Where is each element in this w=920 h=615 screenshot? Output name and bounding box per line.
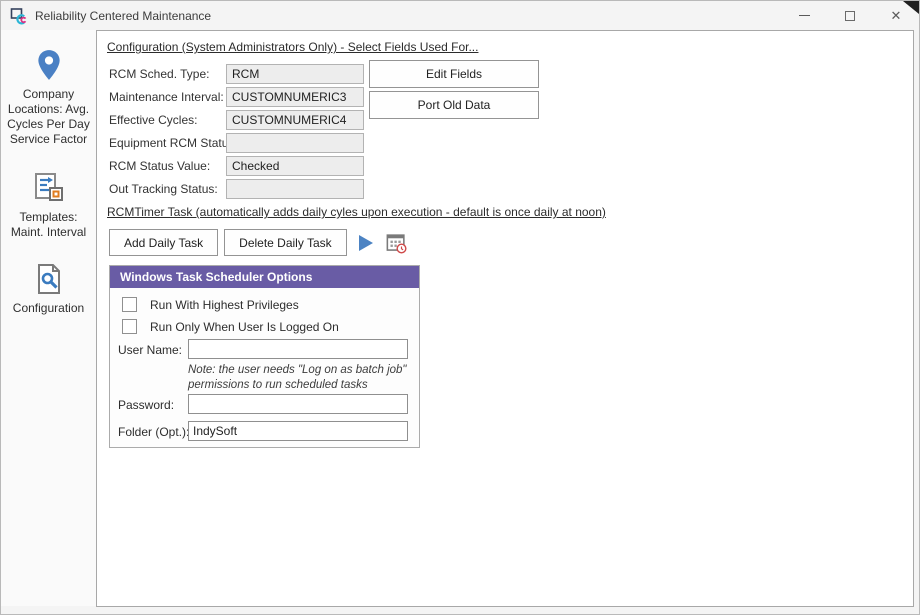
field-label: Effective Cycles: — [109, 113, 226, 127]
task-scheduler-panel-header: Windows Task Scheduler Options — [110, 266, 419, 288]
user-name-input[interactable] — [188, 339, 408, 359]
rcmtimer-section-heading: RCMTimer Task (automatically adds daily … — [107, 205, 606, 219]
config-fields: RCM Sched. Type: RCM Maintenance Interva… — [109, 62, 364, 200]
folder-label: Folder (Opt.): — [118, 425, 189, 439]
field-label: Out Tracking Status: — [109, 182, 226, 196]
field-row-maintenance-interval: Maintenance Interval: CUSTOMNUMERIC3 — [109, 85, 364, 108]
logged-on-checkbox[interactable] — [122, 319, 137, 334]
out-tracking-status-field[interactable] — [226, 179, 364, 199]
task-scheduler-panel: Windows Task Scheduler Options Run With … — [109, 265, 420, 448]
schedule-calendar-icon[interactable] — [385, 232, 407, 254]
batch-job-note: Note: the user needs "Log on as batch jo… — [188, 363, 426, 393]
rcm-sched-type-field[interactable]: RCM — [226, 64, 364, 84]
user-name-label: User Name: — [118, 343, 182, 357]
sidebar-item-label: Templates: Maint. Interval — [3, 210, 95, 240]
checkbox-label: Run With Highest Privileges — [150, 298, 299, 312]
rcm-status-value-field[interactable]: Checked — [226, 156, 364, 176]
delete-daily-task-button[interactable]: Delete Daily Task — [224, 229, 346, 256]
window-title: Reliability Centered Maintenance — [35, 9, 211, 23]
field-label: Equipment RCM Status: — [109, 136, 226, 150]
close-icon: ✕ — [891, 9, 902, 22]
field-row-equipment-rcm-status: Equipment RCM Status: — [109, 131, 364, 154]
sidebar-item-templates[interactable]: Templates: Maint. Interval — [1, 171, 96, 240]
sidebar-item-label: Configuration — [3, 301, 95, 316]
port-old-data-button[interactable]: Port Old Data — [369, 91, 539, 119]
checkbox-label: Run Only When User Is Logged On — [150, 320, 339, 334]
templates-icon — [32, 171, 66, 205]
title-bar: Reliability Centered Maintenance ✕ — [1, 1, 919, 30]
maintenance-interval-field[interactable]: CUSTOMNUMERIC3 — [226, 87, 364, 107]
edit-fields-button[interactable]: Edit Fields — [369, 60, 539, 88]
logged-on-option[interactable]: Run Only When User Is Logged On — [122, 319, 339, 334]
minimize-icon — [799, 15, 810, 16]
password-input[interactable] — [188, 394, 408, 414]
sidebar-item-label: Company Locations: Avg. Cycles Per Day S… — [3, 87, 95, 147]
location-pin-icon — [32, 48, 66, 82]
app-logo-icon — [10, 7, 28, 25]
run-task-icon[interactable] — [359, 235, 373, 251]
field-row-out-tracking-status: Out Tracking Status: — [109, 177, 364, 200]
field-label: RCM Sched. Type: — [109, 67, 226, 81]
maximize-button[interactable] — [827, 1, 873, 30]
sidebar: Company Locations: Avg. Cycles Per Day S… — [1, 30, 96, 606]
app-window: Reliability Centered Maintenance ✕ Compa… — [0, 0, 920, 615]
main-content-panel: Configuration (System Administrators Onl… — [96, 30, 914, 607]
maximize-icon — [845, 11, 855, 21]
sidebar-item-company-locations[interactable]: Company Locations: Avg. Cycles Per Day S… — [1, 48, 96, 147]
equipment-rcm-status-field[interactable] — [226, 133, 364, 153]
highest-privileges-option[interactable]: Run With Highest Privileges — [122, 297, 299, 312]
folder-input[interactable] — [188, 421, 408, 441]
field-row-rcm-sched-type: RCM Sched. Type: RCM — [109, 62, 364, 85]
configuration-icon — [32, 262, 66, 296]
field-row-effective-cycles: Effective Cycles: CUSTOMNUMERIC4 — [109, 108, 364, 131]
highest-privileges-checkbox[interactable] — [122, 297, 137, 312]
field-label: Maintenance Interval: — [109, 90, 226, 104]
field-label: RCM Status Value: — [109, 159, 226, 173]
sidebar-item-configuration[interactable]: Configuration — [1, 262, 96, 316]
mouse-cursor — [903, 1, 919, 14]
password-label: Password: — [118, 398, 174, 412]
add-daily-task-button[interactable]: Add Daily Task — [109, 229, 218, 256]
minimize-button[interactable] — [781, 1, 827, 30]
config-section-heading: Configuration (System Administrators Onl… — [107, 40, 478, 54]
field-row-rcm-status-value: RCM Status Value: Checked — [109, 154, 364, 177]
effective-cycles-field[interactable]: CUSTOMNUMERIC4 — [226, 110, 364, 130]
